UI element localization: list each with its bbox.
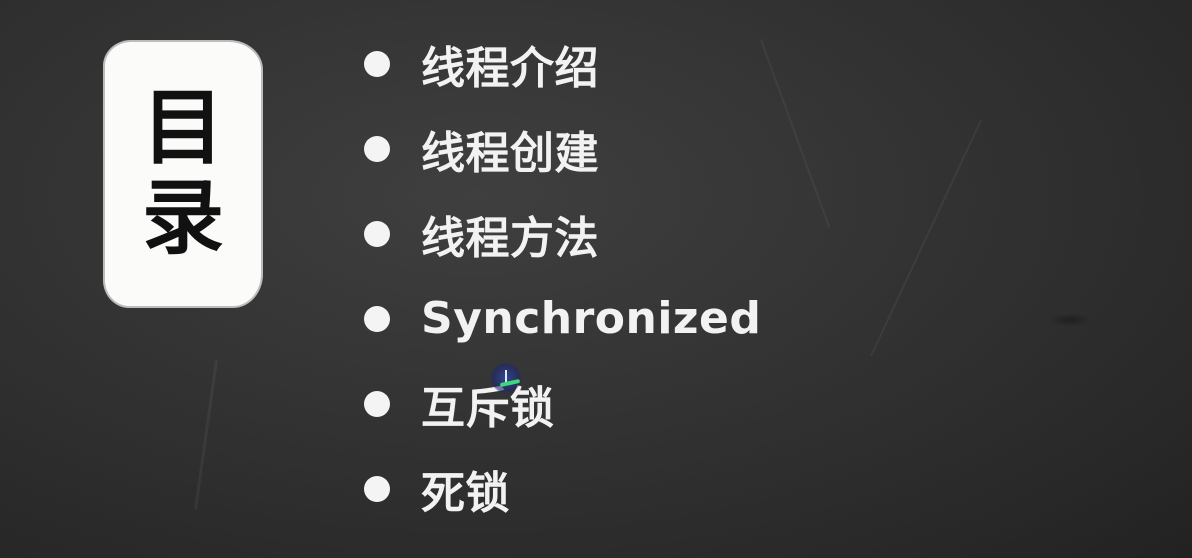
agenda-item-thread-methods: 线程方法 [364,205,761,264]
bullet-icon [364,50,390,77]
agenda-item-label: 线程创建 [421,127,599,179]
bullet-icon [364,475,390,502]
agenda-item-label: 死锁 [421,467,510,519]
chalk-streak [870,120,982,357]
agenda-item-thread-creation: 线程创建 [364,120,761,179]
agenda-item-label: 线程介绍 [421,42,599,94]
title-card: 目 录 [103,40,263,308]
bullet-icon [364,220,390,247]
chalk-streak [194,360,218,509]
bullet-icon [364,135,390,162]
agenda-item-mutex: 互斥锁 [364,375,761,434]
agenda-item-label: 线程方法 [421,212,599,264]
title-char-1: 目 [141,81,224,176]
agenda-item-thread-intro: 线程介绍 [364,35,761,94]
chalk-streak [760,39,831,228]
agenda-item-label: Synchronized [421,293,762,344]
agenda-item-synchronized: Synchronized [364,290,761,347]
agenda-item-deadlock: 死锁 [364,460,761,519]
title-char-2: 录 [141,171,224,266]
agenda-item-label: 互斥锁 [421,382,555,434]
bullet-icon [364,390,390,417]
agenda-list: 线程介绍 线程创建 线程方法 Synchronized 互斥锁 死锁 [364,35,761,545]
bullet-icon [364,305,390,332]
